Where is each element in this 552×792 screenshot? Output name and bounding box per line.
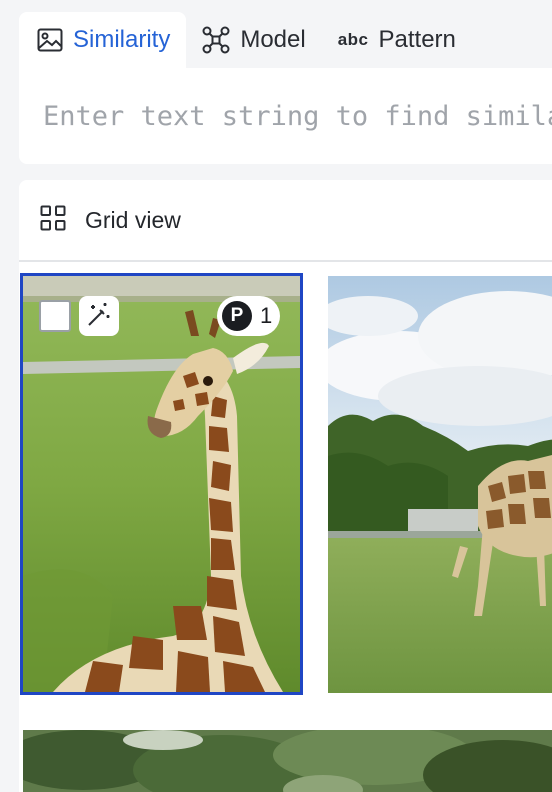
tab-pattern-label: Pattern <box>378 26 456 53</box>
tab-model[interactable]: Model <box>186 12 306 68</box>
grid-view-label: Grid view <box>85 206 181 233</box>
image-card[interactable] <box>23 730 552 792</box>
search-panel: Similarity Model abc Pattern <box>19 12 552 164</box>
giraffe-field-image <box>328 276 552 693</box>
tree-canopy-image <box>23 730 552 792</box>
search-mode-tabs: Similarity Model abc Pattern <box>19 12 552 68</box>
magic-wand-button[interactable] <box>79 296 119 336</box>
tab-similarity[interactable]: Similarity <box>19 12 187 68</box>
image-icon <box>37 28 63 52</box>
giraffe-sitting-image <box>23 276 300 692</box>
results-panel: Grid view P 1 <box>19 180 552 792</box>
grid-view-header[interactable]: Grid view <box>19 180 552 262</box>
tab-model-label: Model <box>240 26 306 53</box>
search-input[interactable] <box>43 96 552 136</box>
grid-icon <box>40 205 66 236</box>
select-checkbox[interactable] <box>39 300 71 332</box>
prediction-badge-letter: P <box>222 301 252 331</box>
abc-icon: abc <box>337 30 369 49</box>
magic-wand-icon <box>85 300 113 333</box>
tab-similarity-label: Similarity <box>73 26 171 53</box>
prediction-badge-count: 1 <box>260 303 273 328</box>
image-card[interactable] <box>328 276 552 693</box>
tab-pattern[interactable]: abc Pattern <box>306 12 456 68</box>
image-card-selected[interactable]: P 1 <box>20 273 303 695</box>
prediction-badge[interactable]: P 1 <box>217 296 281 336</box>
search-box <box>19 68 552 164</box>
model-graph-icon <box>202 26 230 54</box>
